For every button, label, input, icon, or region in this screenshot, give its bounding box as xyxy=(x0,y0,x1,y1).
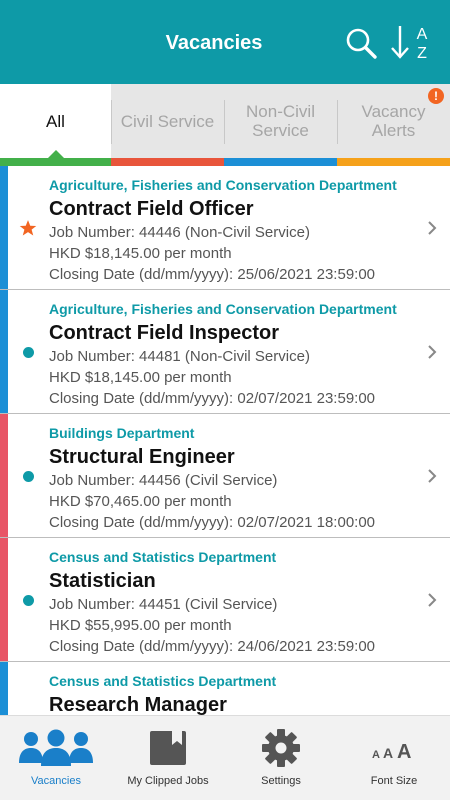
sort-button[interactable]: A Z xyxy=(388,20,434,66)
star-icon[interactable] xyxy=(19,219,37,237)
unread-dot-icon xyxy=(23,347,34,358)
category-strip xyxy=(0,166,8,289)
tab-color-bar xyxy=(337,158,450,166)
chevron-right-icon xyxy=(428,593,437,607)
tab-divider xyxy=(224,100,225,144)
unread-dot-icon xyxy=(23,471,34,482)
alert-badge: ! xyxy=(428,88,444,104)
tab-color-bar xyxy=(111,158,224,166)
unread-dot-icon xyxy=(23,595,34,606)
tab-divider xyxy=(111,100,112,144)
gear-icon xyxy=(262,729,300,767)
job-salary: HKD $18,145.00 per month xyxy=(49,369,232,386)
sort-letter-z: Z xyxy=(417,45,427,62)
svg-text:A: A xyxy=(372,749,380,761)
bookmark-folder-icon xyxy=(150,731,186,765)
department-name: Census and Statistics Department xyxy=(49,549,277,565)
closing-date: Closing Date (dd/mm/yyyy): 02/07/2021 23… xyxy=(49,390,376,407)
job-list-item[interactable]: Buildings Department Structural Engineer… xyxy=(0,414,450,538)
tab-label: All xyxy=(0,84,111,158)
font-size-icon: A A A xyxy=(372,741,411,763)
job-title: Contract Field Officer xyxy=(49,198,254,220)
active-tab-indicator xyxy=(48,150,64,158)
search-button[interactable] xyxy=(344,26,380,60)
job-number: Job Number: 44451 (Civil Service) xyxy=(49,596,278,613)
closing-date: Closing Date (dd/mm/yyyy): 25/06/2021 23… xyxy=(49,266,376,283)
department-name: Agriculture, Fisheries and Conservation … xyxy=(49,177,397,193)
closing-date: Closing Date (dd/mm/yyyy): 24/06/2021 23… xyxy=(49,638,376,655)
department-name: Buildings Department xyxy=(49,425,195,441)
job-salary: HKD $55,995.00 per month xyxy=(49,617,232,634)
category-strip xyxy=(0,662,8,715)
job-list-item[interactable]: Agriculture, Fisheries and Conservation … xyxy=(0,166,450,290)
job-number: Job Number: 44446 (Non-Civil Service) xyxy=(49,224,310,241)
vacancy-list[interactable]: Agriculture, Fisheries and Conservation … xyxy=(0,166,450,715)
job-title: Research Manager xyxy=(49,694,227,715)
svg-text:A: A xyxy=(383,745,393,761)
category-tabs: All Civil Service Non-Civil Service Vaca… xyxy=(0,84,450,166)
job-number: Job Number: 44456 (Civil Service) xyxy=(49,472,278,489)
tab-label: Civil Service xyxy=(111,84,224,158)
nav-font-size[interactable]: A A A Font Size xyxy=(338,716,450,800)
job-title: Contract Field Inspector xyxy=(49,322,280,344)
tab-all[interactable]: All xyxy=(0,84,111,166)
job-list-item[interactable]: Agriculture, Fisheries and Conservation … xyxy=(0,290,450,414)
nav-label: Settings xyxy=(261,775,301,787)
job-salary: HKD $18,145.00 per month xyxy=(49,245,232,262)
nav-label: Font Size xyxy=(370,775,418,787)
chevron-right-icon xyxy=(428,345,437,359)
tab-label: Non-Civil Service xyxy=(224,84,337,158)
job-title: Statistician xyxy=(49,570,156,592)
tab-divider xyxy=(337,100,338,144)
job-title: Structural Engineer xyxy=(49,446,235,468)
tab-non-civil-service[interactable]: Non-Civil Service xyxy=(224,84,337,166)
category-strip xyxy=(0,538,8,661)
tab-civil-service[interactable]: Civil Service xyxy=(111,84,224,166)
category-strip xyxy=(0,414,8,537)
svg-text:A: A xyxy=(397,741,411,763)
bottom-navigation: Vacancies My Clipped Jobs Settings A A A… xyxy=(0,715,450,800)
tab-vacancy-alerts[interactable]: Vacancy Alerts ! xyxy=(337,84,450,166)
sort-az-icon: A Z xyxy=(391,26,428,62)
nav-vacancies[interactable]: Vacancies xyxy=(0,716,112,800)
nav-label: My Clipped Jobs xyxy=(127,775,209,787)
app-header: Vacancies A Z xyxy=(0,0,450,84)
category-strip xyxy=(0,290,8,413)
nav-my-clipped-jobs[interactable]: My Clipped Jobs xyxy=(112,716,224,800)
chevron-right-icon xyxy=(428,469,437,483)
job-number: Job Number: 44481 (Non-Civil Service) xyxy=(49,348,310,365)
department-name: Census and Statistics Department xyxy=(49,673,277,689)
sort-letter-a: A xyxy=(417,26,428,43)
closing-date: Closing Date (dd/mm/yyyy): 02/07/2021 18… xyxy=(49,514,376,531)
tab-color-bar xyxy=(224,158,337,166)
department-name: Agriculture, Fisheries and Conservation … xyxy=(49,301,397,317)
chevron-right-icon xyxy=(428,221,437,235)
nav-settings[interactable]: Settings xyxy=(225,716,337,800)
nav-label: Vacancies xyxy=(31,775,81,787)
tab-color-bar xyxy=(0,158,111,166)
search-icon xyxy=(346,28,377,59)
people-icon xyxy=(19,729,93,766)
job-list-item[interactable]: Census and Statistics Department Statist… xyxy=(0,538,450,662)
job-salary: HKD $70,465.00 per month xyxy=(49,493,232,510)
job-list-item[interactable]: Census and Statistics Department Researc… xyxy=(0,662,450,715)
